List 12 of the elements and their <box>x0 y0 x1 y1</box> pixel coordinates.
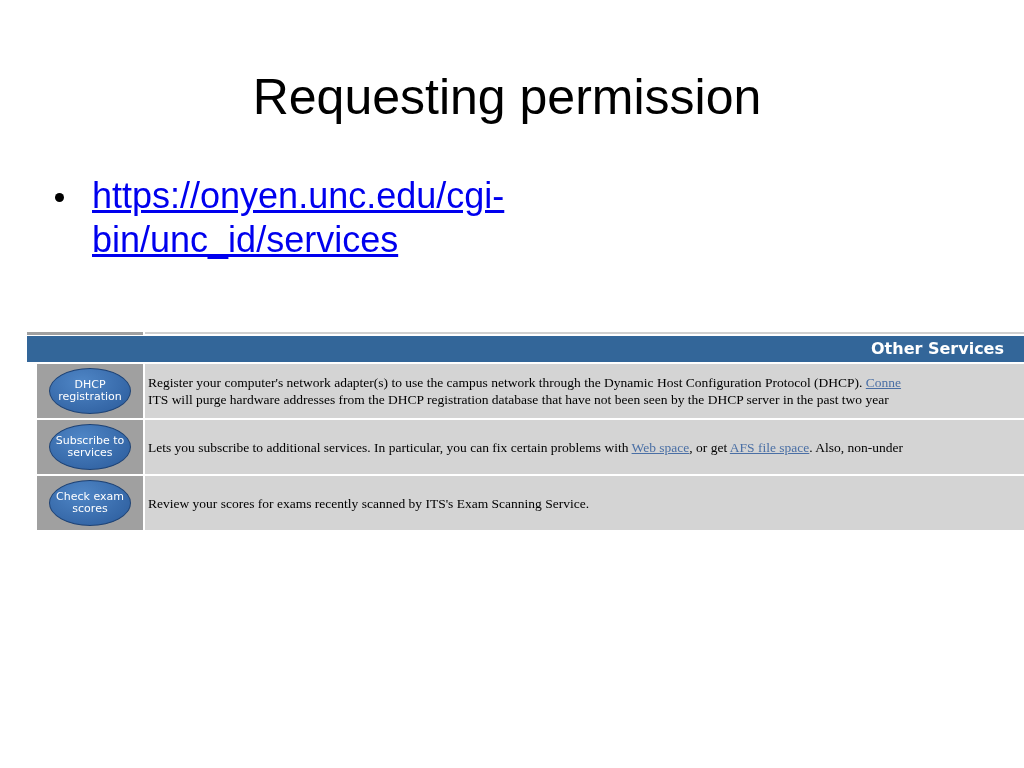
text-link[interactable]: Conne <box>865 375 902 390</box>
service-button[interactable]: Check exam scores <box>49 480 131 526</box>
description-text: Register your computer's network adapter(s) to use the campus network through the Dynamic Host Configuration Protocol (DHCP). Conne <box>148 374 902 391</box>
url-link[interactable]: https://onyen.unc.edu/cgi-bin/unc_id/services <box>92 174 612 262</box>
service-button[interactable]: Subscribe to services <box>49 424 131 470</box>
table-heading: Other Services <box>871 338 1004 360</box>
service-button[interactable]: DHCP registration <box>49 368 131 414</box>
slide-title: Requesting permission <box>252 68 762 127</box>
description-text: ITS will purge hardware addresses from the DHCP registration database that have not been seen by the DHCP server in the past two year <box>148 391 889 408</box>
description-text: Review your scores for exams recently scanned by ITS's Exam Scanning Service. <box>148 494 590 512</box>
bullet-icon <box>55 193 64 202</box>
description-text: Lets you subscribe to additional services. In particular, you can fix certain problems with Web space, or get AFS file space. Also, non-under <box>148 438 904 456</box>
